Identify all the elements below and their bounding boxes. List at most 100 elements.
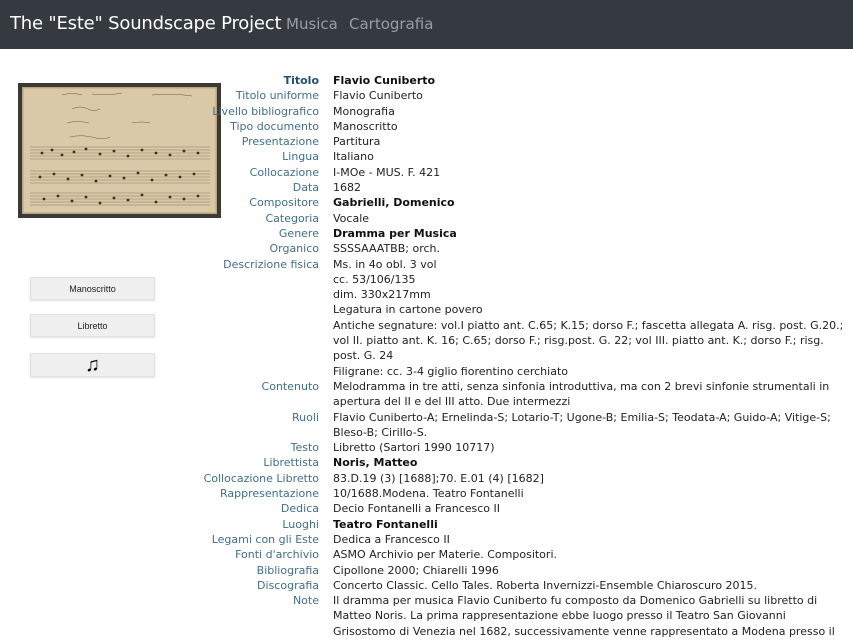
field-value-line: Concerto Classic. Cello Tales. Roberta I…: [333, 578, 758, 592]
field-value-line: Melodramma in tre atti, senza sinfonia i…: [333, 379, 830, 409]
record-row: Lingua Italiano: [200, 149, 850, 164]
field-value-line: Cipollone 2000; Chiarelli 1996: [333, 563, 499, 577]
field-value-line: Manoscritto: [333, 119, 398, 133]
field-label: Testo: [290, 441, 319, 455]
field-value-line: ASMO Archivio per Materie. Compositori.: [333, 548, 557, 562]
record-row: Collocazione I-MOe - MUS. F. 421: [200, 165, 850, 180]
field-label: Genere: [278, 226, 319, 240]
record-row: Presentazione Partitura: [200, 134, 850, 149]
field-value: I-MOe - MUS. F. 421: [333, 165, 850, 180]
field-value-line: Teatro Fontanelli: [333, 517, 438, 531]
nav-link-musica[interactable]: Musica: [286, 15, 338, 33]
record-row: Collocazione Libretto 83.D.19 (3) [1688];…: [200, 471, 850, 486]
field-value: Vocale: [333, 211, 850, 226]
field-value-line: cc. 53/106/135: [333, 272, 416, 286]
field-label: Fonti d'archivio: [235, 548, 319, 562]
field-label: Contenuto: [261, 379, 319, 393]
brand-title[interactable]: The "Este" Soundscape Project: [10, 13, 282, 34]
field-value: Libretto (Sartori 1990 10717): [333, 440, 850, 455]
field-value-line: Flavio Cuniberto: [333, 89, 423, 103]
record-row: Librettista Noris, Matteo: [200, 455, 850, 470]
field-value-line: I-MOe - MUS. F. 421: [333, 165, 441, 179]
field-value: Teatro Fontanelli: [333, 517, 850, 532]
libretto-button[interactable]: Libretto: [30, 314, 155, 337]
field-label: Librettista: [263, 456, 319, 470]
field-value: SSSSAAATBB; orch.: [333, 241, 850, 256]
record-row: Discografia Concerto Classic. Cello Tales…: [200, 578, 850, 593]
field-value-line: Flavio Cuniberto-A; Ernelinda-S; Lotario…: [333, 410, 831, 439]
field-value: Italiano: [333, 149, 850, 164]
field-value-line: Libretto (Sartori 1990 10717): [333, 441, 495, 455]
field-value-line: Italiano: [333, 150, 374, 164]
field-label: Presentazione: [241, 135, 319, 149]
field-value: Flavio Cuniberto: [333, 88, 850, 103]
field-value-line: Monografia: [333, 104, 395, 118]
record-row: Livello bibliografico Monografia: [200, 104, 850, 119]
field-label: Livello bibliografico: [212, 104, 319, 118]
field-label: Data: [292, 181, 319, 195]
field-value-line: Noris, Matteo: [333, 456, 418, 470]
manoscritto-button[interactable]: Manoscritto: [30, 277, 155, 300]
record-row: Genere Dramma per Musica: [200, 226, 850, 241]
record-row: Contenuto Melodramma in tre atti, senza s…: [200, 379, 850, 410]
field-value-line: Legatura in cartone povero: [333, 303, 483, 317]
field-value-line: 10/1688.Modena. Teatro Fontanelli: [333, 487, 524, 501]
field-label: Compositore: [249, 196, 319, 210]
field-label: Tipo documento: [230, 119, 319, 133]
nav-link-cartografia[interactable]: Cartografia: [349, 15, 433, 33]
field-value-line: Antiche segnature: vol.I piatto ant. C.6…: [333, 318, 844, 363]
field-label: Luoghi: [282, 517, 319, 531]
field-label: Dedica: [280, 502, 319, 516]
field-value-line: Ms. in 4o obl. 3 vol: [333, 257, 437, 271]
record-row: Bibliografia Cipollone 2000; Chiarelli 19…: [200, 563, 850, 578]
music-note-icon: ♫: [85, 354, 100, 376]
field-value-line: 1682: [333, 181, 361, 195]
record-details: Titolo Flavio Cuniberto Titolo uniforme Fla…: [200, 73, 850, 640]
field-value: Partitura: [333, 134, 850, 149]
field-value: Gabrielli, Domenico: [333, 195, 850, 210]
field-value: Dramma per Musica: [333, 226, 850, 241]
field-label: Descrizione fisica: [223, 257, 319, 271]
field-label: Note: [292, 594, 319, 608]
field-value: Concerto Classic. Cello Tales. Roberta I…: [333, 578, 850, 593]
field-label: Discografia: [257, 578, 319, 592]
record-row: Data 1682: [200, 180, 850, 195]
field-value: Flavio Cuniberto-A; Ernelinda-S; Lotario…: [333, 410, 850, 441]
field-value: ASMO Archivio per Materie. Compositori.: [333, 547, 850, 562]
record-row: Ruoli Flavio Cuniberto-A; Ernelinda-S; Lo…: [200, 410, 850, 441]
field-value: Noris, Matteo: [333, 455, 850, 470]
field-value-line: Decio Fontanelli a Francesco II: [333, 502, 500, 516]
field-value-line: Filigrane: cc. 3-4 giglio fiorentino cer…: [333, 364, 568, 378]
record-row: Titolo uniforme Flavio Cuniberto: [200, 88, 850, 103]
field-value-line: Dramma per Musica: [333, 226, 457, 240]
record-row: Descrizione fisica Ms. in 4o obl. 3 vol cc…: [200, 257, 850, 379]
audio-button[interactable]: ♫: [30, 353, 155, 377]
record-row: Testo Libretto (Sartori 1990 10717): [200, 440, 850, 455]
field-value-line: Flavio Cuniberto: [333, 74, 436, 87]
field-value: Ms. in 4o obl. 3 vol cc. 53/106/135 dim. 3…: [333, 257, 850, 379]
field-value: Flavio Cuniberto: [333, 73, 850, 88]
field-value: 83.D.19 (3) [1688];70. E.01 (4) [1682]: [333, 471, 850, 486]
field-value: Cipollone 2000; Chiarelli 1996: [333, 563, 850, 578]
field-value: Il dramma per musica Flavio Cuniberto fu…: [333, 593, 850, 640]
field-label: Bibliografia: [256, 563, 319, 577]
record-row: Rappresentazione 10/1688.Modena. Teatro F…: [200, 486, 850, 501]
field-value: Decio Fontanelli a Francesco II: [333, 501, 850, 516]
field-value: 1682: [333, 180, 850, 195]
record-row: Fonti d'archivio ASMO Archivio per Materi…: [200, 547, 850, 562]
record-row: Categoria Vocale: [200, 211, 850, 226]
field-value: Monografia: [333, 104, 850, 119]
manuscript-thumbnail[interactable]: [18, 83, 221, 218]
field-label: Legami con gli Este: [211, 532, 319, 546]
field-label: Rappresentazione: [220, 487, 319, 501]
record-row: Legami con gli Este Dedica a Francesco II: [200, 532, 850, 547]
field-value-line: Partitura: [333, 135, 381, 149]
field-value-line: SSSSAAATBB; orch.: [333, 242, 441, 256]
record-row: Tipo documento Manoscritto: [200, 119, 850, 134]
field-value: Manoscritto: [333, 119, 850, 134]
field-value: Dedica a Francesco II: [333, 532, 850, 547]
field-value-line: dim. 330x217mm: [333, 288, 431, 302]
field-value-line: Il dramma per musica Flavio Cuniberto fu…: [333, 594, 835, 640]
field-value-line: Vocale: [333, 211, 370, 225]
record-row: Note Il dramma per musica Flavio Cunibert…: [200, 593, 850, 640]
